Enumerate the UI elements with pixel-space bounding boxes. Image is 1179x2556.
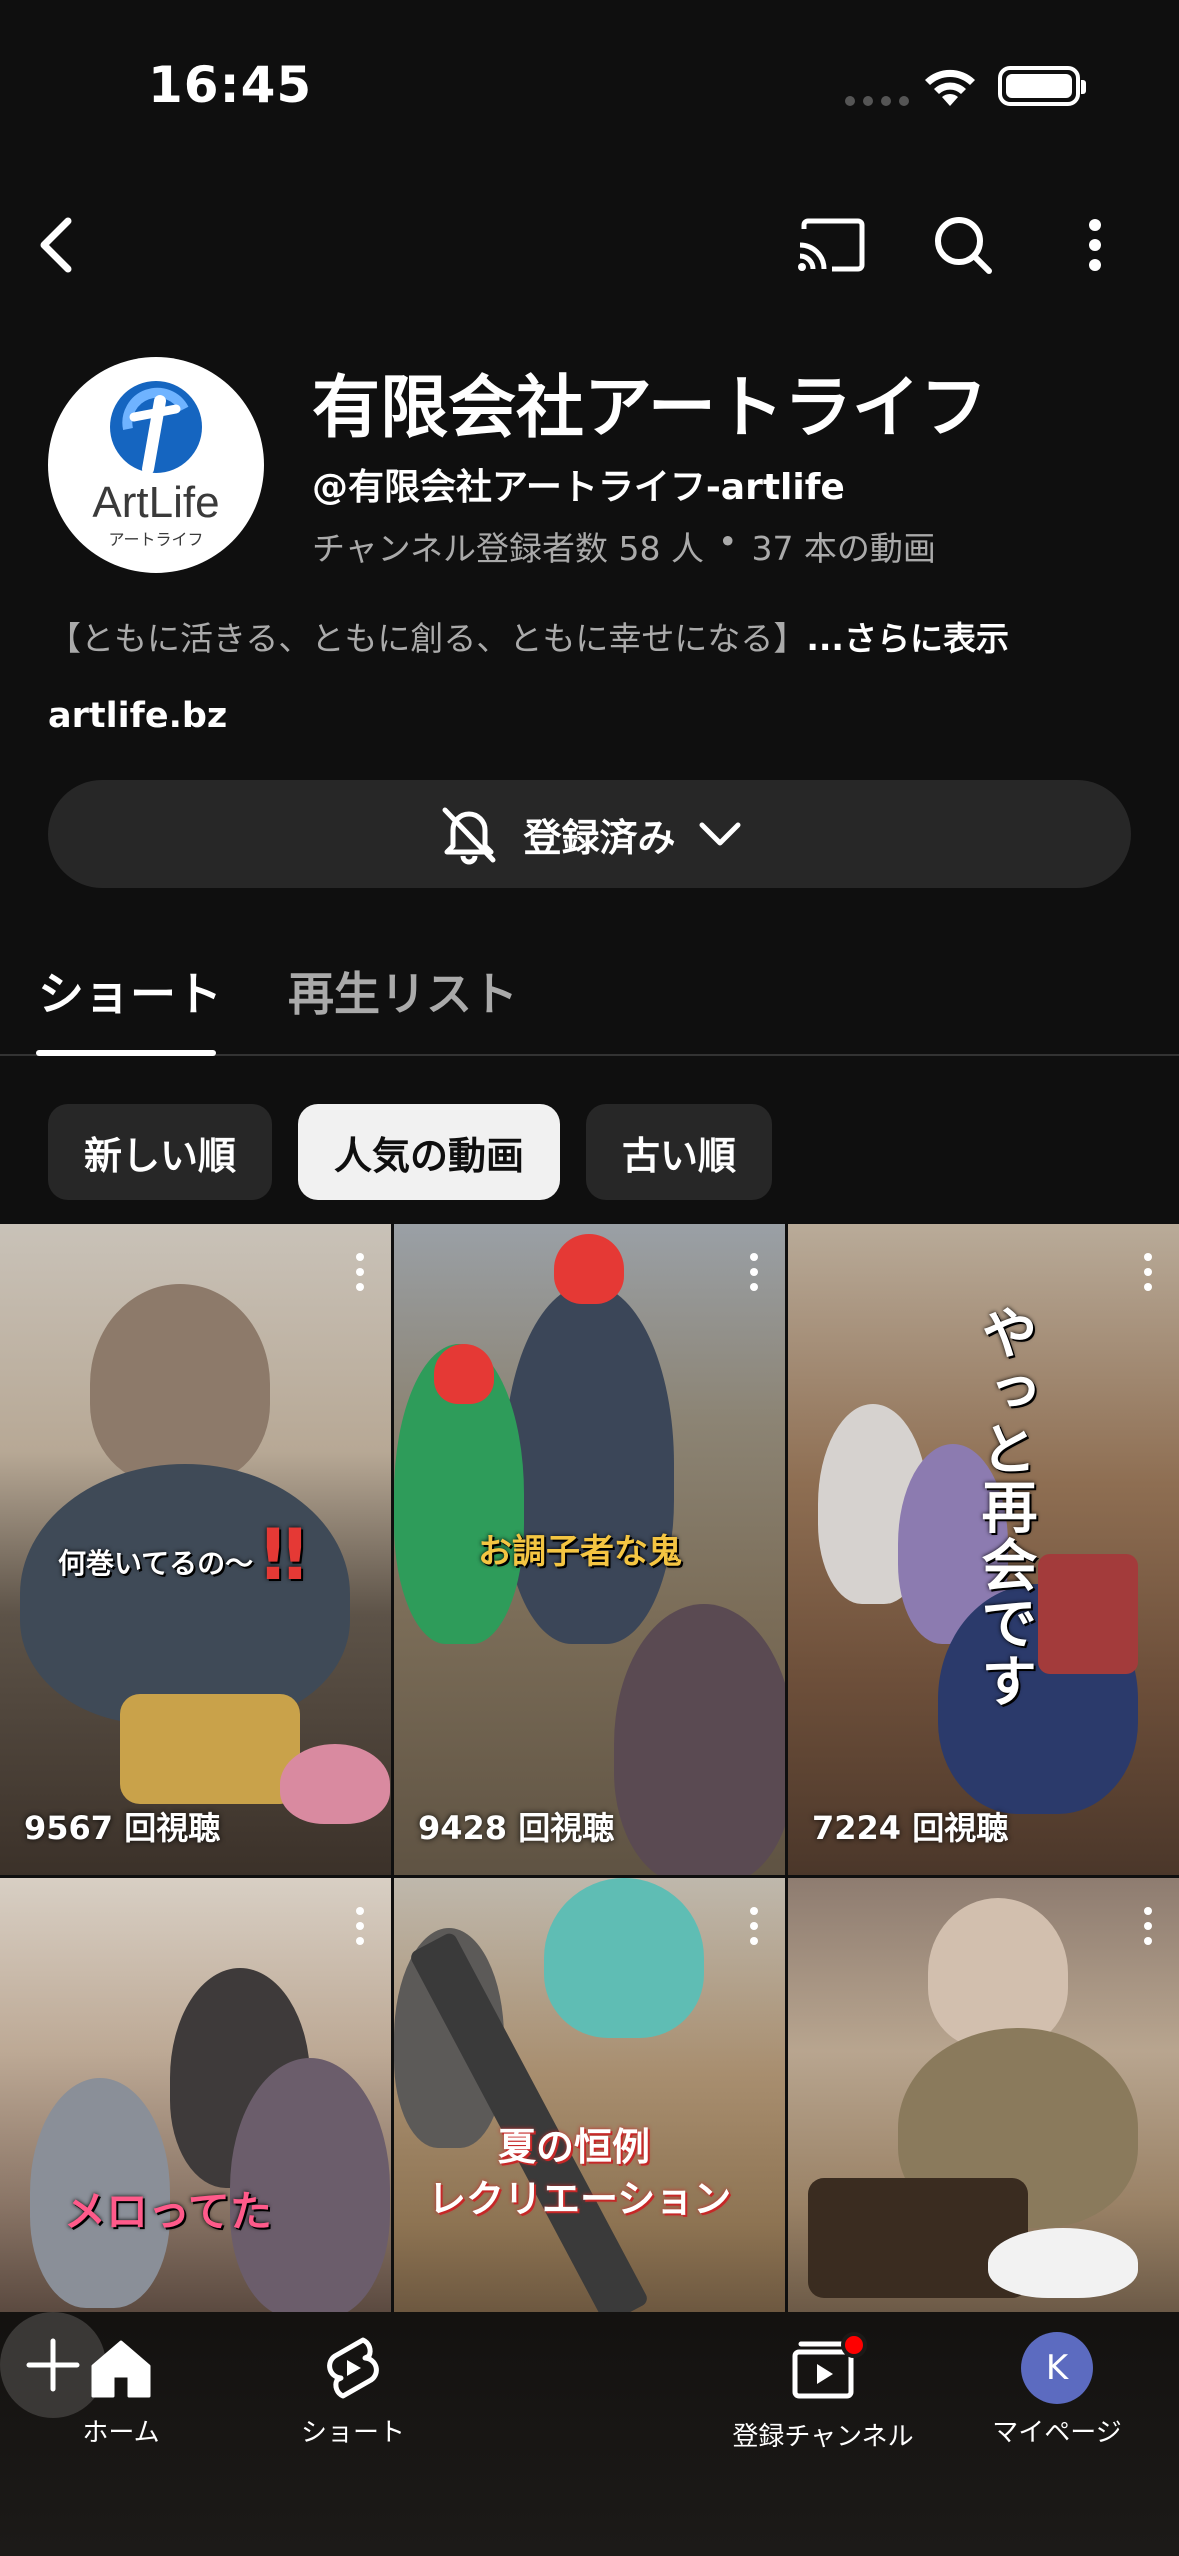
logo-subtext: アートライフ	[108, 530, 203, 549]
thumbnail-person	[544, 1878, 704, 2038]
channel-link[interactable]: artlife.bz	[48, 696, 227, 736]
thumbnail-plate	[988, 2228, 1138, 2298]
channel-description[interactable]: 【ともに活きる、ともに創る、ともに幸せになる】...さらに表示	[48, 612, 1009, 660]
search-button[interactable]	[918, 200, 1008, 290]
subscriber-count: チャンネル登録者数 58 人	[312, 529, 704, 568]
more-vertical-icon[interactable]	[355, 1906, 365, 1946]
status-time: 16:45	[148, 56, 313, 114]
nav-you-label: マイページ	[992, 2418, 1122, 2448]
nav-you[interactable]: K マイページ	[962, 2332, 1152, 2449]
thumbnail-blanket	[1038, 1554, 1138, 1674]
more-vertical-icon	[1089, 219, 1101, 271]
artlife-logo: ArtLife アートライフ	[92, 381, 220, 549]
chip-newest[interactable]: 新しい順	[48, 1104, 273, 1200]
channel-meta: チャンネル登録者数 58 人 • 37 本の動画	[312, 522, 936, 570]
thumbnail-food	[120, 1694, 300, 1804]
more-vertical-icon[interactable]	[355, 1252, 365, 1292]
sort-chips: 新しい順 人気の動画 古い順	[48, 1104, 773, 1200]
short-tile[interactable]: メロってた	[0, 1878, 391, 2312]
notification-dot	[841, 2332, 867, 2358]
chip-oldest[interactable]: 古い順	[586, 1104, 773, 1200]
channel-name: 有限会社アートライフ	[312, 369, 988, 448]
battery-icon	[998, 66, 1086, 106]
chevron-left-icon	[40, 217, 72, 273]
tab-shorts[interactable]: ショート	[38, 958, 222, 1024]
short-caption: やっと再会です	[972, 1304, 1037, 1710]
meta-separator: •	[717, 522, 738, 561]
more-vertical-icon[interactable]	[1143, 1252, 1153, 1292]
nav-home[interactable]: ホーム	[26, 2332, 216, 2449]
channel-handle: @有限会社アートライフ-artlife	[312, 467, 845, 508]
chevron-down-icon	[699, 822, 740, 846]
thumbnail-person	[928, 1898, 1068, 2048]
cast-icon	[798, 218, 865, 272]
short-caption: お調子者な鬼	[478, 1532, 682, 1572]
cellular-signal-icon	[845, 96, 909, 106]
tab-playlists[interactable]: 再生リスト	[288, 958, 518, 1024]
home-icon	[91, 2340, 151, 2398]
back-button[interactable]	[12, 200, 102, 290]
search-icon	[935, 217, 992, 274]
description-text: 【ともに活きる、ともに創る、ともに幸せになる】	[48, 619, 807, 658]
channel-tabs: ショート 再生リスト	[0, 940, 1179, 1056]
short-caption: 何巻いてるの〜	[58, 1547, 254, 1580]
short-caption: メロってた	[64, 2187, 272, 2236]
more-options-button[interactable]	[1050, 200, 1140, 290]
more-vertical-icon[interactable]	[749, 1906, 759, 1946]
subscribed-button[interactable]: 登録済み	[48, 780, 1131, 888]
thumbnail-person	[90, 1284, 270, 1484]
chip-popular[interactable]: 人気の動画	[298, 1104, 561, 1200]
short-tile[interactable]: お調子者な鬼 9428 回視聴	[394, 1224, 785, 1875]
bell-off-icon	[442, 807, 496, 865]
nav-shorts-label: ショート	[300, 2418, 405, 2448]
more-vertical-icon[interactable]	[1143, 1906, 1153, 1946]
shorts-icon	[327, 2337, 379, 2399]
user-avatar: K	[1021, 2332, 1093, 2404]
status-bar: 16:45	[0, 0, 1179, 170]
subscribed-label: 登録済み	[523, 815, 676, 860]
bottom-navigation: ホーム ショート 登録チャンネル K マイページ	[0, 2312, 1179, 2556]
short-caption: 夏の恒例	[498, 2125, 651, 2169]
cast-button[interactable]	[786, 200, 876, 290]
wifi-icon	[925, 69, 975, 106]
thumbnail-mask	[554, 1234, 624, 1304]
short-tile[interactable]: やっと再会です 7224 回視聴	[788, 1224, 1179, 1875]
view-count: 7224 回視聴	[812, 1809, 1009, 1847]
nav-home-label: ホーム	[82, 2418, 160, 2448]
short-tile[interactable]: 何巻いてるの〜 ‼ 9567 回視聴	[0, 1224, 391, 1875]
logo-text: ArtLife	[92, 478, 219, 527]
more-vertical-icon[interactable]	[749, 1252, 759, 1292]
short-tile[interactable]: 夏の恒例 レクリエーション	[394, 1878, 785, 2312]
show-more-link[interactable]: ...さらに表示	[806, 619, 1009, 658]
video-count: 37 本の動画	[751, 529, 936, 568]
nav-subscriptions-label: 登録チャンネル	[732, 2422, 914, 2452]
view-count: 9567 回視聴	[24, 1809, 221, 1847]
nav-shorts[interactable]: ショート	[258, 2332, 448, 2449]
thumbnail-food	[280, 1744, 390, 1824]
exclamation-emoji: ‼	[262, 1514, 306, 1596]
channel-avatar[interactable]: ArtLife アートライフ	[48, 357, 264, 573]
short-caption-line2: レクリエーション	[428, 2177, 732, 2221]
nav-subscriptions[interactable]: 登録チャンネル	[728, 2332, 918, 2453]
short-tile[interactable]	[788, 1878, 1179, 2312]
thumbnail-person	[504, 1284, 674, 1644]
thumbnail-person	[614, 1604, 785, 1875]
top-app-bar	[0, 190, 1179, 300]
view-count: 9428 回視聴	[418, 1809, 615, 1847]
thumbnail-mask	[434, 1344, 494, 1404]
active-tab-indicator	[36, 1050, 216, 1056]
